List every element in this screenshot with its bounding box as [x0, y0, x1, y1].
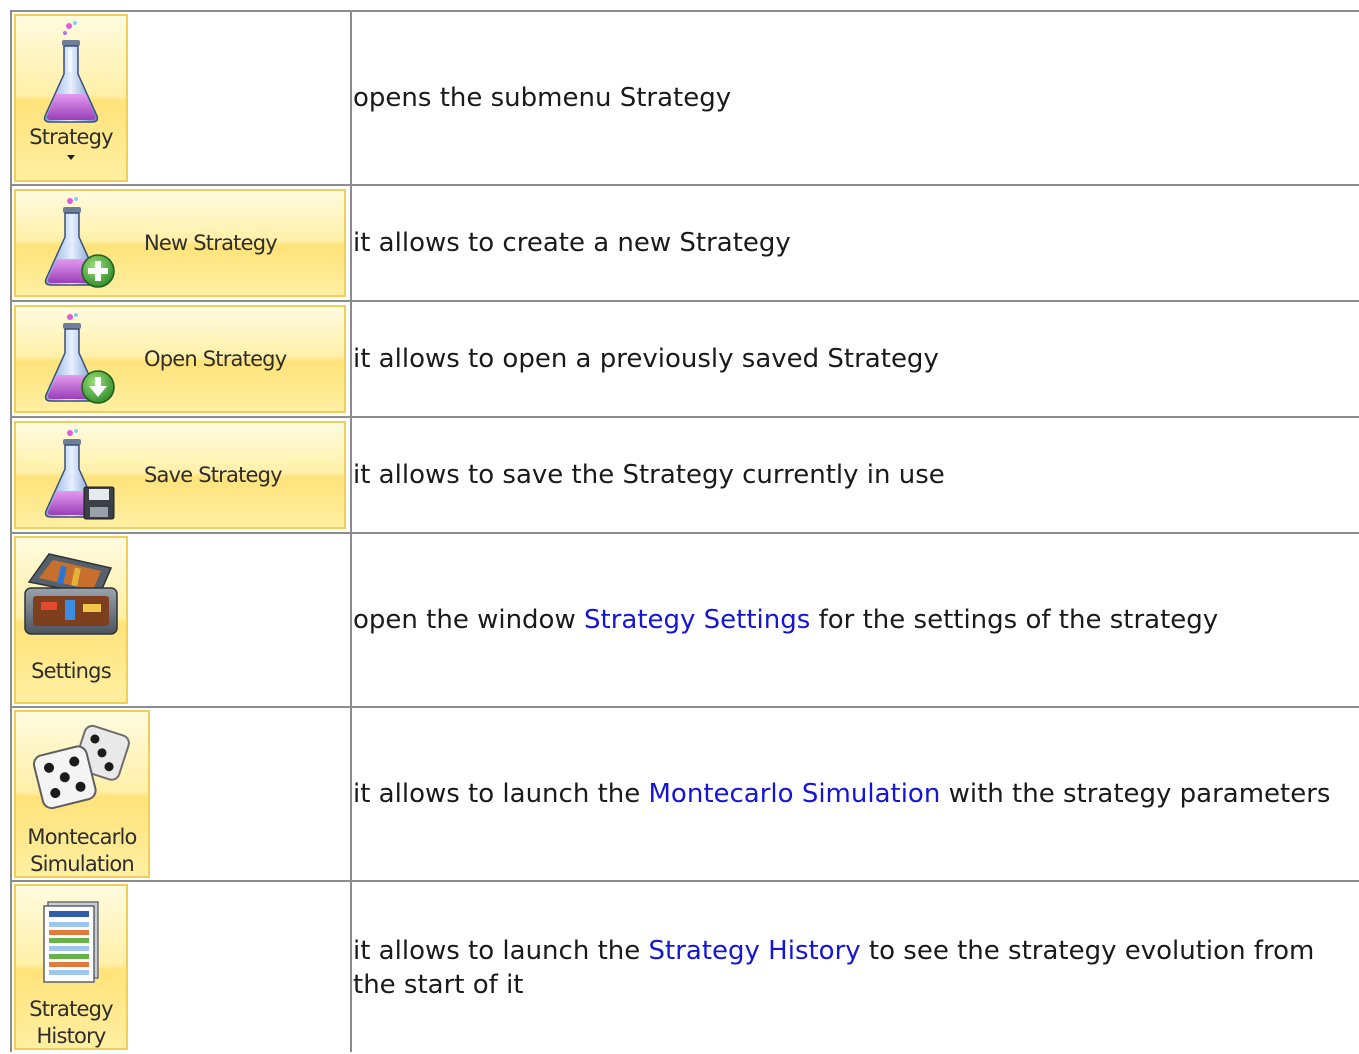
- description-cell: it allows to create a new Strategy: [350, 184, 1359, 302]
- table-row: Open Strategy it allows to open a previo…: [10, 300, 1359, 418]
- flask-add-icon: [38, 195, 118, 291]
- button-cell: Montecarlo Simulation: [10, 706, 352, 882]
- flask-open-icon: [38, 311, 118, 407]
- row-description-suffix: for the settings of the strategy: [810, 605, 1219, 635]
- chevron-down-icon: [67, 155, 75, 160]
- strategy-history-link[interactable]: Strategy History: [649, 936, 861, 966]
- flask-icon: [41, 20, 101, 124]
- flask-save-icon: [38, 427, 118, 523]
- row-description: opens the submenu Strategy: [353, 83, 732, 113]
- description-cell: it allows to save the Strategy currently…: [350, 416, 1359, 534]
- button-cell: Open Strategy: [10, 300, 352, 418]
- strategy-history-button-label-line2: History: [36, 1024, 106, 1048]
- table-row: Montecarlo Simulation it allows to launc…: [10, 706, 1359, 882]
- montecarlo-button-label-line1: Montecarlo: [27, 825, 137, 849]
- montecarlo-simulation-button[interactable]: Montecarlo Simulation: [14, 710, 150, 878]
- history-report-icon: [36, 896, 106, 986]
- table-row: New Strategy it allows to create a new S…: [10, 184, 1359, 302]
- description-cell: opens the submenu Strategy: [350, 10, 1359, 186]
- row-description-prefix: it allows to launch the: [353, 936, 649, 966]
- button-cell: Strategy History: [10, 880, 352, 1052]
- button-cell: Save Strategy: [10, 416, 352, 534]
- row-description-prefix: open the window: [353, 605, 584, 635]
- table-row: Strategy History it allows to launch the…: [10, 880, 1359, 1052]
- button-cell: Strategy: [10, 10, 352, 186]
- strategy-history-button[interactable]: Strategy History: [14, 884, 128, 1050]
- button-cell: Settings: [10, 532, 352, 708]
- dice-icon: [28, 718, 136, 814]
- row-description-suffix: with the strategy parameters: [940, 779, 1331, 809]
- table-row: Strategy opens the submenu Strategy: [10, 10, 1359, 186]
- row-description-prefix: it allows to launch the: [353, 779, 649, 809]
- row-description: it allows to save the Strategy currently…: [353, 460, 945, 490]
- toolbar-reference-table: Strategy opens the submenu Strategy New …: [10, 10, 1359, 1052]
- settings-button[interactable]: Settings: [14, 536, 128, 704]
- new-strategy-button-label: New Strategy: [144, 230, 278, 255]
- settings-button-label: Settings: [31, 659, 112, 683]
- strategy-settings-link[interactable]: Strategy Settings: [584, 605, 810, 635]
- montecarlo-button-label-line2: Simulation: [30, 852, 135, 876]
- toolbox-icon: [19, 548, 123, 644]
- description-cell: it allows to launch the Montecarlo Simul…: [350, 706, 1359, 882]
- new-strategy-button[interactable]: New Strategy: [14, 189, 346, 297]
- strategy-history-button-label-line1: Strategy: [29, 997, 113, 1021]
- table-row: Settings open the window Strategy Settin…: [10, 532, 1359, 708]
- strategy-button[interactable]: Strategy: [14, 14, 128, 182]
- row-description: it allows to create a new Strategy: [353, 228, 791, 258]
- row-description: it allows to open a previously saved Str…: [353, 344, 939, 374]
- table-row: Save Strategy it allows to save the Stra…: [10, 416, 1359, 534]
- open-strategy-button-label: Open Strategy: [144, 346, 287, 371]
- save-strategy-button[interactable]: Save Strategy: [14, 421, 346, 529]
- open-strategy-button[interactable]: Open Strategy: [14, 305, 346, 413]
- save-strategy-button-label: Save Strategy: [144, 462, 283, 487]
- button-cell: New Strategy: [10, 184, 352, 302]
- description-cell: open the window Strategy Settings for th…: [350, 532, 1359, 708]
- description-cell: it allows to launch the Strategy History…: [350, 880, 1359, 1052]
- montecarlo-simulation-link[interactable]: Montecarlo Simulation: [649, 779, 941, 809]
- description-cell: it allows to open a previously saved Str…: [350, 300, 1359, 418]
- strategy-button-label: Strategy: [29, 125, 113, 149]
